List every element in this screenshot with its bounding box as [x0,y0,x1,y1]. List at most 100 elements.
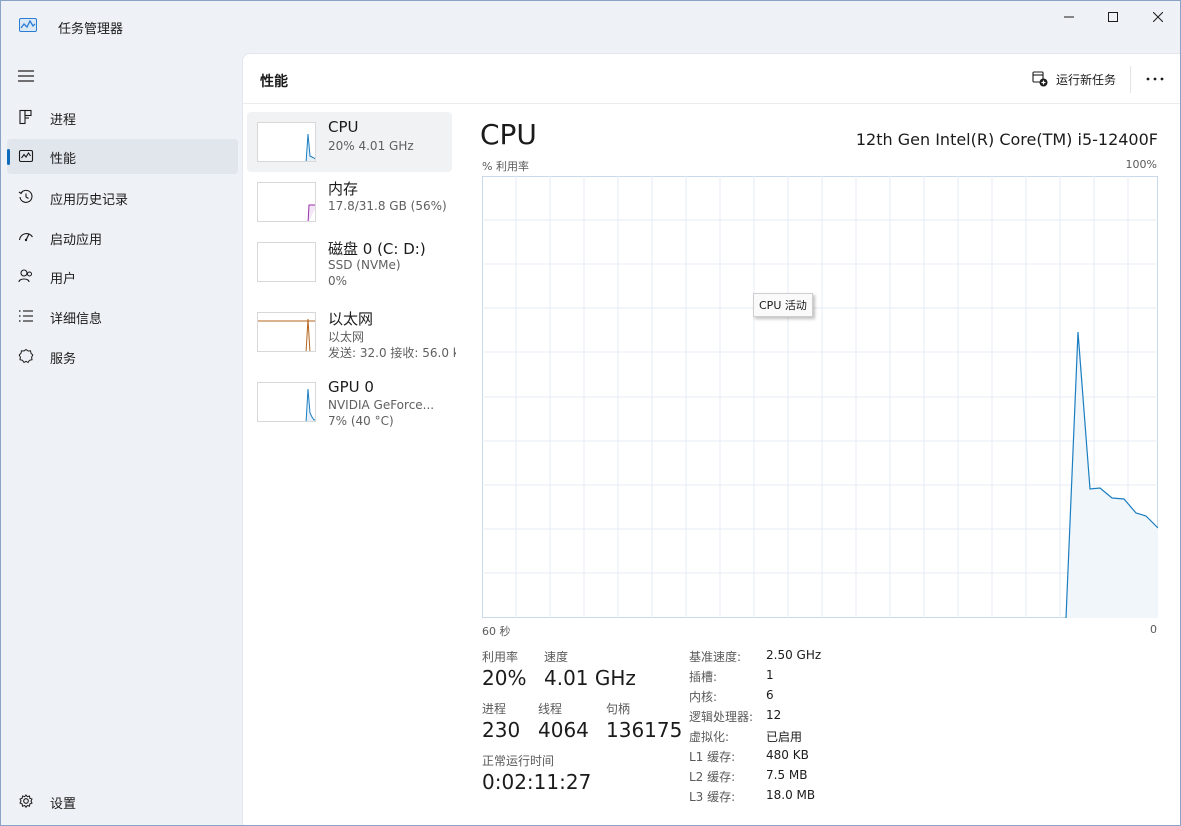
page-title: 性能 [260,74,288,90]
cpu-title: CPU [480,118,537,151]
spec-value: 12 [766,708,782,722]
disk-thumbnail-graph [257,242,316,282]
spec-value: 18.0 MB [766,788,816,802]
nav-item-services[interactable]: 服务 [7,339,238,374]
run-task-icon [1032,71,1048,87]
cpu-activity-tooltip: CPU 活动 [753,293,813,317]
device-memory[interactable]: 内存 17.8/31.8 GB (56%) [247,172,452,232]
device-detail: SSD (NVMe) [328,258,401,272]
spec-label: 插槽: [689,670,718,684]
graph-utilization-label: % 利用率 [482,160,529,173]
device-name: 内存 [328,180,359,198]
spec-label: 逻辑处理器: [689,710,754,724]
history-icon [18,189,33,203]
device-detail: 7% (40 °C) [328,414,394,428]
content-pane: 性能 运行新任务 CPU 20% 4.01 GHz 内存 17.8/31.8 G… [242,53,1180,825]
ethernet-thumbnail-graph [257,312,316,352]
spec-label: L1 缓存: [689,750,736,764]
active-indicator [7,149,10,165]
spec-value: 2.50 GHz [766,648,822,662]
spec-value: 480 KB [766,748,809,762]
uptime-value: 0:02:11:27 [482,770,592,794]
processes-icon [19,109,32,125]
device-name: 以太网 [328,310,374,328]
close-icon [1153,12,1163,22]
spec-value: 6 [766,688,774,702]
device-name: 磁盘 0 (C: D:) [328,240,426,258]
device-detail: 20% 4.01 GHz [328,139,414,153]
threads-label: 线程 [538,702,563,716]
run-new-task-label: 运行新任务 [1056,72,1117,87]
navigation-pane: 进程 性能 应用历史记录 启动应用 用户 详细信息 服务 设置 [1,49,242,825]
device-gpu[interactable]: GPU 0 NVIDIA GeForce... 7% (40 °C) [247,372,452,432]
spec-label: 虚拟化: [689,730,730,744]
nav-label-settings: 设置 [50,797,77,812]
spec-value: 已启用 [766,730,803,744]
cpu-model: 12th Gen Intel(R) Core(TM) i5-12400F [855,130,1158,149]
nav-item-startup[interactable]: 启动应用 [7,220,238,255]
app-title: 任务管理器 [58,22,124,37]
nav-item-app-history[interactable]: 应用历史记录 [7,180,238,215]
uptime-label: 正常运行时间 [482,754,555,768]
speed-label: 速度 [544,650,569,664]
nav-label-app-history: 应用历史记录 [50,193,129,208]
nav-label-startup: 启动应用 [50,233,103,248]
maximize-button[interactable] [1090,1,1136,33]
handles-label: 句柄 [606,702,631,716]
nav-item-users[interactable]: 用户 [7,259,238,294]
memory-thumbnail-graph [257,182,316,222]
services-icon [18,348,34,364]
device-detail: 发送: 32.0 接收: 56.0 k [328,346,456,360]
nav-item-processes[interactable]: 进程 [7,100,238,135]
utilization-label: 利用率 [482,650,519,664]
details-icon [19,310,33,322]
device-detail: 0% [328,274,348,288]
nav-label-services: 服务 [50,352,77,367]
nav-item-performance[interactable]: 性能 [7,139,238,174]
spec-label: L2 缓存: [689,770,736,784]
spec-label: 内核: [689,690,718,704]
device-detail: 以太网 [328,330,365,344]
more-options-button[interactable] [1143,69,1167,89]
gpu-thumbnail-graph [257,382,316,422]
spec-value: 7.5 MB [766,768,808,782]
close-button[interactable] [1135,1,1180,33]
graph-time-label: 60 秒 [482,625,511,638]
spec-label: 基准速度: [689,650,742,664]
minimize-icon [1064,16,1074,18]
threads-value: 4064 [538,718,589,742]
device-ethernet[interactable]: 以太网 以太网 发送: 32.0 接收: 56.0 k [247,302,456,362]
device-name: GPU 0 [328,378,374,396]
content-header: 性能 运行新任务 [243,54,1180,104]
minimize-button[interactable] [1046,1,1092,33]
processes-label: 进程 [482,702,507,716]
processes-value: 230 [482,718,521,742]
gear-icon [19,794,33,809]
graph-max-label: 100% [1125,158,1157,171]
device-name: CPU [328,118,359,136]
nav-label-details: 详细信息 [50,312,103,327]
hamburger-menu-icon[interactable] [18,70,34,82]
device-cpu[interactable]: CPU 20% 4.01 GHz [247,112,452,172]
startup-icon [18,233,33,242]
run-new-task-button[interactable]: 运行新任务 [1032,68,1116,90]
speed-value: 4.01 GHz [544,666,636,690]
cpu-thumbnail-graph [257,122,316,162]
utilization-value: 20% [482,666,527,690]
header-separator [1130,66,1131,93]
nav-item-details[interactable]: 详细信息 [7,299,238,334]
performance-icon [18,149,34,163]
nav-item-settings[interactable]: 设置 [7,784,238,819]
nav-label-processes: 进程 [50,113,77,128]
title-bar: 任务管理器 [1,1,1180,49]
cpu-usage-graph [482,176,1158,618]
app-icon [19,18,37,32]
spec-label: L3 缓存: [689,790,736,804]
task-manager-window: 任务管理器 进程 性能 应用历史记录 启动应用 用户 详细信息 服务 设置 性能… [0,0,1181,826]
graph-time-end-label: 0 [1150,623,1157,636]
spec-value: 1 [766,668,774,682]
more-icon [1146,77,1164,81]
device-disk[interactable]: 磁盘 0 (C: D:) SSD (NVMe) 0% [247,232,452,292]
device-detail: NVIDIA GeForce... [328,398,435,412]
handles-value: 136175 [606,718,683,742]
